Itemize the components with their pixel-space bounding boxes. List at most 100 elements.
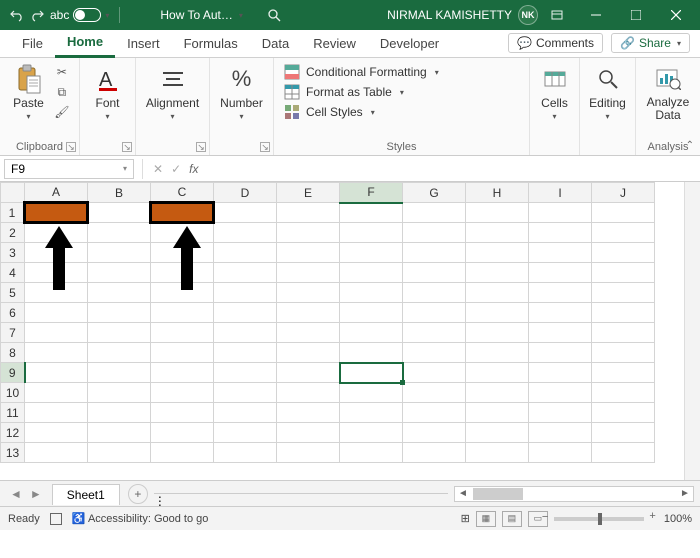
tab-formulas[interactable]: Formulas xyxy=(172,32,250,57)
cell[interactable] xyxy=(25,243,88,263)
cell[interactable] xyxy=(277,403,340,423)
cell[interactable] xyxy=(529,283,592,303)
cell[interactable] xyxy=(529,383,592,403)
row-header[interactable]: 6 xyxy=(1,303,25,323)
column-header[interactable]: G xyxy=(403,183,466,203)
cell[interactable] xyxy=(592,283,655,303)
cell[interactable] xyxy=(214,203,277,223)
normal-view-button[interactable]: ▦ xyxy=(476,511,496,527)
cell[interactable] xyxy=(466,303,529,323)
cell[interactable] xyxy=(214,423,277,443)
column-header[interactable]: J xyxy=(592,183,655,203)
cell[interactable] xyxy=(214,363,277,383)
vertical-scrollbar[interactable] xyxy=(684,182,700,480)
cell[interactable] xyxy=(466,363,529,383)
column-header[interactable]: I xyxy=(529,183,592,203)
cell[interactable] xyxy=(151,203,214,223)
cell[interactable] xyxy=(466,423,529,443)
cell[interactable] xyxy=(277,423,340,443)
cell[interactable] xyxy=(529,203,592,223)
tab-home[interactable]: Home xyxy=(55,30,115,58)
add-sheet-button[interactable]: + xyxy=(128,484,148,504)
collapse-ribbon-icon[interactable]: ⌃ xyxy=(686,140,694,151)
font-launcher[interactable]: ↘ xyxy=(122,142,132,152)
cell[interactable] xyxy=(592,243,655,263)
cut-icon[interactable]: ✂ xyxy=(54,64,70,80)
cell[interactable] xyxy=(214,243,277,263)
cell[interactable] xyxy=(151,423,214,443)
cell[interactable] xyxy=(277,383,340,403)
cell[interactable] xyxy=(214,383,277,403)
avatar[interactable]: NK xyxy=(518,5,538,25)
row-header[interactable]: 3 xyxy=(1,243,25,263)
cell[interactable] xyxy=(403,323,466,343)
cell[interactable] xyxy=(25,343,88,363)
cell[interactable] xyxy=(529,343,592,363)
cell[interactable] xyxy=(340,363,403,383)
cell[interactable] xyxy=(277,343,340,363)
cell[interactable] xyxy=(529,423,592,443)
cell[interactable] xyxy=(88,423,151,443)
column-header[interactable]: A xyxy=(25,183,88,203)
cell[interactable] xyxy=(25,423,88,443)
cell[interactable] xyxy=(277,363,340,383)
cell[interactable] xyxy=(151,263,214,283)
cell[interactable] xyxy=(88,203,151,223)
cell[interactable] xyxy=(592,263,655,283)
cell[interactable] xyxy=(466,403,529,423)
cell[interactable] xyxy=(88,223,151,243)
ribbon-mode-icon[interactable] xyxy=(550,8,564,22)
cell[interactable] xyxy=(592,303,655,323)
close-button[interactable] xyxy=(656,0,696,30)
cell[interactable] xyxy=(340,443,403,463)
cell[interactable] xyxy=(592,403,655,423)
cell[interactable] xyxy=(340,203,403,223)
cell[interactable] xyxy=(214,323,277,343)
cell[interactable] xyxy=(25,443,88,463)
cell[interactable] xyxy=(214,263,277,283)
search-icon[interactable] xyxy=(267,8,281,22)
cell[interactable] xyxy=(466,283,529,303)
cell[interactable] xyxy=(88,263,151,283)
row-header[interactable]: 9 xyxy=(1,363,25,383)
display-settings-icon[interactable]: ⊞ xyxy=(461,512,470,525)
cell[interactable] xyxy=(25,303,88,323)
column-header[interactable]: B xyxy=(88,183,151,203)
cell[interactable] xyxy=(529,303,592,323)
cell[interactable] xyxy=(340,243,403,263)
row-header[interactable]: 1 xyxy=(1,203,25,223)
alignment-launcher[interactable]: ↘ xyxy=(196,142,206,152)
cells-button[interactable]: Cells ▾ xyxy=(536,62,574,123)
row-header[interactable]: 5 xyxy=(1,283,25,303)
column-header[interactable]: C xyxy=(151,183,214,203)
number-button[interactable]: % Number ▾ xyxy=(216,62,267,123)
cell[interactable] xyxy=(403,403,466,423)
paste-button[interactable]: Paste ▾ xyxy=(9,62,48,123)
cell[interactable] xyxy=(340,303,403,323)
cell[interactable] xyxy=(277,283,340,303)
cell[interactable] xyxy=(214,403,277,423)
cell[interactable] xyxy=(340,343,403,363)
conditional-formatting-button[interactable]: Conditional Formatting▾ xyxy=(284,62,439,82)
analyze-data-button[interactable]: Analyze Data xyxy=(643,62,694,124)
cell[interactable] xyxy=(403,363,466,383)
cell[interactable] xyxy=(25,263,88,283)
format-as-table-button[interactable]: Format as Table▾ xyxy=(284,82,404,102)
cell[interactable] xyxy=(403,243,466,263)
cell[interactable] xyxy=(340,283,403,303)
horizontal-scrollbar[interactable]: ◄► xyxy=(454,486,694,502)
cell[interactable] xyxy=(214,443,277,463)
row-header[interactable]: 4 xyxy=(1,263,25,283)
cell[interactable] xyxy=(214,303,277,323)
tab-data[interactable]: Data xyxy=(250,32,301,57)
formula-input[interactable] xyxy=(204,159,700,179)
cell[interactable] xyxy=(277,243,340,263)
cell[interactable] xyxy=(25,283,88,303)
cell[interactable] xyxy=(151,363,214,383)
document-title[interactable]: How To Aut… xyxy=(160,8,232,22)
cell[interactable] xyxy=(403,303,466,323)
cell[interactable] xyxy=(88,443,151,463)
tab-file[interactable]: File xyxy=(10,32,55,57)
cell[interactable] xyxy=(88,243,151,263)
cell[interactable] xyxy=(403,343,466,363)
